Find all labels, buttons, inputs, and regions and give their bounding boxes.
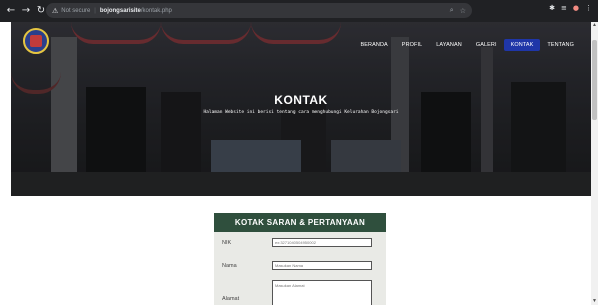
warning-icon: ⚠ bbox=[52, 6, 59, 15]
nav-item-beranda[interactable]: BERANDA bbox=[354, 39, 395, 51]
scroll-up-icon[interactable]: ▲ bbox=[591, 22, 598, 29]
security-label: Not secure bbox=[61, 7, 91, 14]
separator: | bbox=[94, 7, 96, 14]
form-title: KOTAK SARAN & PERTANYAAN bbox=[214, 213, 386, 232]
page-subtitle: Halaman Website ini berisi tentang cara … bbox=[203, 110, 399, 115]
url-path: /kontak.php bbox=[140, 7, 172, 14]
alamat-field[interactable]: Masukan Alamat bbox=[272, 280, 372, 305]
page-title: KONTAK bbox=[274, 93, 328, 107]
search-icon[interactable]: ⌕ bbox=[450, 6, 454, 15]
nav-item-galeri[interactable]: GALERI bbox=[469, 39, 504, 51]
url-host: bojongsarisite bbox=[99, 7, 141, 14]
site-logo[interactable] bbox=[23, 28, 49, 54]
nav-item-kontak[interactable]: KONTAK bbox=[503, 39, 541, 51]
address-bar[interactable]: ⚠ Not secure | bojongsarisite /kontak.ph… bbox=[46, 3, 472, 18]
main-navigation: BERANDA PROFIL LAYANAN GALERI KONTAK TEN… bbox=[354, 39, 582, 51]
nik-field[interactable]: ex:3271040504950002 bbox=[272, 238, 372, 247]
scroll-thumb[interactable] bbox=[592, 40, 597, 120]
back-arrow-icon[interactable]: ← bbox=[5, 5, 17, 17]
browser-toolbar: ← → ↻ ⚠ Not secure | bojongsarisite /kon… bbox=[0, 0, 598, 22]
page-scrollbar[interactable]: ▲ ▼ bbox=[591, 22, 598, 305]
nav-item-profil[interactable]: PROFIL bbox=[395, 39, 429, 51]
star-icon[interactable]: ☆ bbox=[460, 7, 466, 15]
extension-icon[interactable]: ✱ bbox=[549, 4, 555, 12]
playlist-icon[interactable]: ≡ bbox=[561, 4, 567, 12]
nama-field[interactable]: Masukan Nama bbox=[272, 261, 372, 270]
hero-banner: BERANDA PROFIL LAYANAN GALERI KONTAK TEN… bbox=[11, 22, 591, 196]
alamat-label: Alamat bbox=[222, 296, 240, 302]
nik-label: NIK bbox=[222, 240, 232, 246]
extensions-bar: ✱ ≡ ● ⋮ bbox=[549, 4, 592, 12]
scroll-down-icon[interactable]: ▼ bbox=[591, 298, 598, 305]
nama-label: Nama bbox=[222, 263, 237, 269]
logo-emblem bbox=[30, 35, 42, 47]
omnibox-actions: ⌕ ☆ bbox=[450, 3, 466, 18]
nav-item-tentang[interactable]: TENTANG bbox=[540, 39, 581, 51]
forward-arrow-icon[interactable]: → bbox=[20, 5, 32, 17]
more-menu-icon[interactable]: ⋮ bbox=[585, 4, 592, 12]
contact-form: KOTAK SARAN & PERTANYAAN NIK ex:32710405… bbox=[214, 213, 386, 305]
nav-item-layanan[interactable]: LAYANAN bbox=[429, 39, 469, 51]
profile-icon[interactable]: ● bbox=[573, 4, 579, 12]
